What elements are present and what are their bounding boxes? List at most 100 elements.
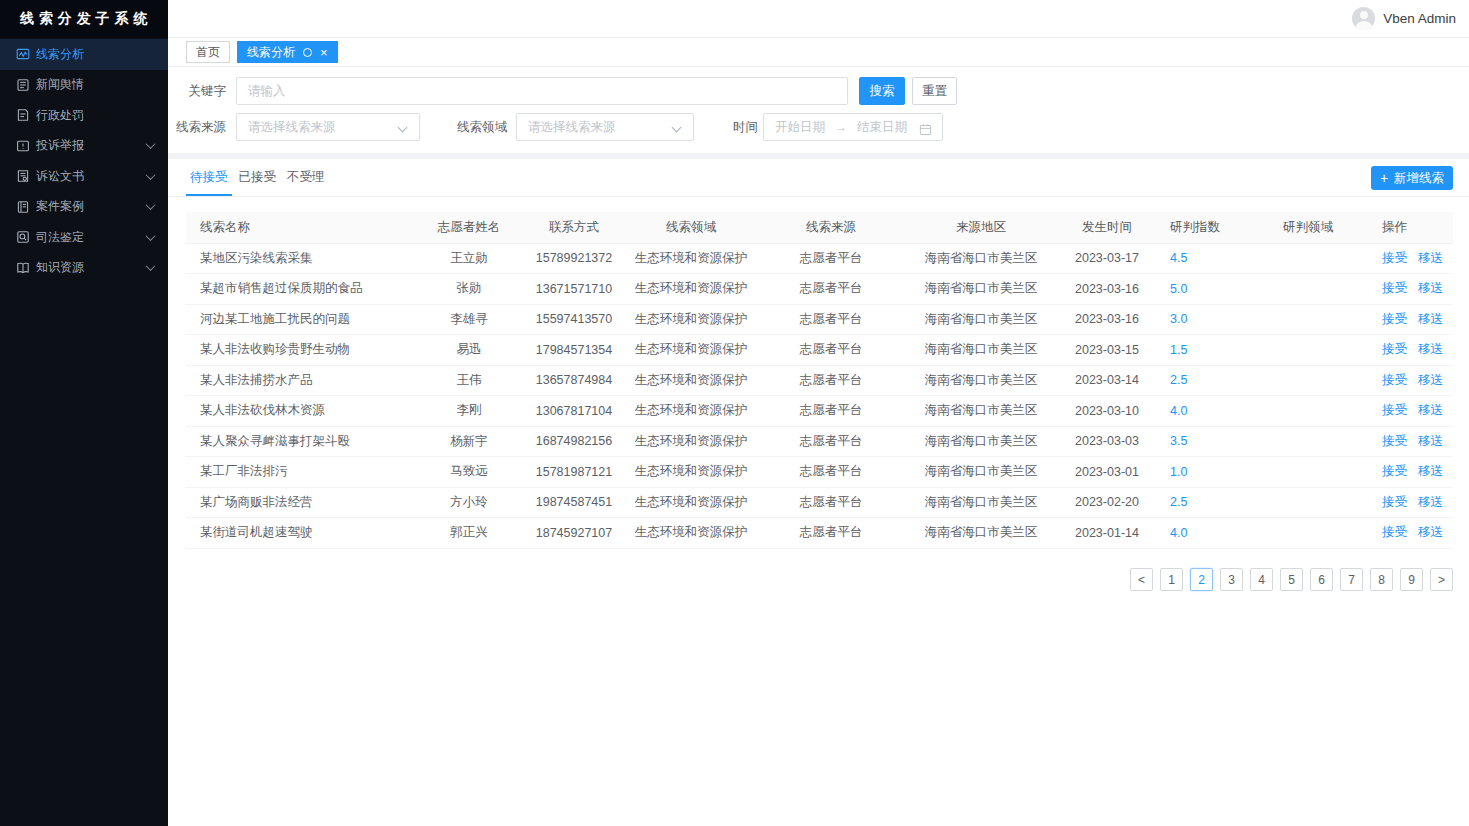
close-icon[interactable]: × — [320, 46, 328, 59]
cell-研判指数: 4.0 — [1162, 518, 1272, 549]
table-row: 某广场商贩非法经营方小玲19874587451生态环境和资源保护志愿者平台海南省… — [186, 487, 1453, 518]
cell-线索领域: 生态环境和资源保护 — [630, 457, 752, 488]
sidebar-item-投诉举报[interactable]: 投诉举报 — [0, 131, 168, 162]
range-arrow-icon: → — [835, 120, 847, 134]
cell-来源地区: 海南省海口市美兰区 — [910, 365, 1052, 396]
cell-操作: 接受移送 — [1370, 457, 1453, 488]
sidebar-item-新闻舆情[interactable]: 新闻舆情 — [0, 70, 168, 101]
page-button-4[interactable]: 4 — [1250, 568, 1273, 591]
cell-联系方式: 18745927107 — [518, 518, 630, 549]
status-tabs: 待接受已接受不受理 — [168, 159, 1469, 197]
next-page-button[interactable]: > — [1430, 568, 1453, 591]
cell-研判指数: 1.5 — [1162, 335, 1272, 366]
cell-研判领域 — [1272, 426, 1370, 457]
sidebar-item-案件案例[interactable]: 案件案例 — [0, 192, 168, 223]
page-button-7[interactable]: 7 — [1340, 568, 1363, 591]
transfer-link[interactable]: 移送 — [1418, 464, 1443, 478]
knowledge-icon — [16, 261, 30, 275]
tab-home[interactable]: 首页 — [186, 41, 230, 63]
transfer-link[interactable]: 移送 — [1418, 403, 1443, 417]
status-tab-已接受[interactable]: 已接受 — [235, 159, 281, 196]
table-header-row: 线索名称志愿者姓名联系方式线索领域线索来源来源地区发生时间研判指数研判领域操作 — [186, 212, 1453, 243]
transfer-link[interactable]: 移送 — [1418, 342, 1443, 356]
cell-操作: 接受移送 — [1370, 243, 1453, 274]
cell-线索领域: 生态环境和资源保护 — [630, 426, 752, 457]
cell-操作: 接受移送 — [1370, 304, 1453, 335]
cell-线索领域: 生态环境和资源保护 — [630, 274, 752, 305]
cell-研判指数: 4.0 — [1162, 396, 1272, 427]
transfer-link[interactable]: 移送 — [1418, 312, 1443, 326]
page-button-9[interactable]: 9 — [1400, 568, 1423, 591]
cell-线索来源: 志愿者平台 — [752, 365, 910, 396]
date-range-picker[interactable]: 开始日期 → 结束日期 — [763, 113, 943, 141]
page-button-8[interactable]: 8 — [1370, 568, 1393, 591]
top-header: Vben Admin — [168, 0, 1469, 38]
accept-link[interactable]: 接受 — [1382, 312, 1407, 326]
accept-link[interactable]: 接受 — [1382, 342, 1407, 356]
transfer-link[interactable]: 移送 — [1418, 434, 1443, 448]
table-row: 某人非法砍伐林木资源李刚13067817104生态环境和资源保护志愿者平台海南省… — [186, 396, 1453, 427]
refresh-icon[interactable] — [303, 48, 312, 57]
accept-link[interactable]: 接受 — [1382, 464, 1407, 478]
field-select[interactable]: 请选择线索来源 — [516, 113, 694, 141]
cell-线索领域: 生态环境和资源保护 — [630, 304, 752, 335]
transfer-link[interactable]: 移送 — [1418, 281, 1443, 295]
source-select[interactable]: 请选择线索来源 — [236, 113, 420, 141]
prev-page-button[interactable]: < — [1130, 568, 1153, 591]
page-button-1[interactable]: 1 — [1160, 568, 1183, 591]
calendar-icon — [919, 122, 932, 140]
sidebar-item-诉讼文书[interactable]: 诉讼文书 — [0, 161, 168, 192]
cell-联系方式: 13657874984 — [518, 365, 630, 396]
transfer-link[interactable]: 移送 — [1418, 251, 1443, 265]
reset-button[interactable]: 重置 — [912, 77, 957, 105]
search-button[interactable]: 搜索 — [859, 77, 905, 105]
transfer-link[interactable]: 移送 — [1418, 495, 1443, 509]
cell-来源地区: 海南省海口市美兰区 — [910, 487, 1052, 518]
user-menu[interactable]: Vben Admin — [1352, 0, 1456, 37]
cell-操作: 接受移送 — [1370, 335, 1453, 366]
cell-联系方式: 15781987121 — [518, 457, 630, 488]
column-header: 线索来源 — [752, 212, 910, 243]
page-button-2[interactable]: 2 — [1190, 568, 1213, 591]
app-title: 线 索 分 发 子 系 统 — [0, 0, 168, 38]
accept-link[interactable]: 接受 — [1382, 281, 1407, 295]
page-button-3[interactable]: 3 — [1220, 568, 1243, 591]
cell-发生时间: 2023-03-15 — [1052, 335, 1162, 366]
add-clue-button[interactable]: + 新增线索 — [1371, 166, 1453, 190]
keyword-input[interactable]: 请输入 — [236, 77, 848, 105]
user-name: Vben Admin — [1383, 11, 1456, 26]
accept-link[interactable]: 接受 — [1382, 434, 1407, 448]
cell-发生时间: 2023-03-16 — [1052, 274, 1162, 305]
accept-link[interactable]: 接受 — [1382, 525, 1407, 539]
page-button-6[interactable]: 6 — [1310, 568, 1333, 591]
accept-link[interactable]: 接受 — [1382, 403, 1407, 417]
sidebar-item-知识资源[interactable]: 知识资源 — [0, 253, 168, 284]
transfer-link[interactable]: 移送 — [1418, 525, 1443, 539]
case-icon — [16, 200, 30, 214]
column-header: 发生时间 — [1052, 212, 1162, 243]
transfer-link[interactable]: 移送 — [1418, 373, 1443, 387]
cell-联系方式: 15597413570 — [518, 304, 630, 335]
status-tab-待接受[interactable]: 待接受 — [186, 159, 232, 196]
table-row: 某超市销售超过保质期的食品张勋13671571710生态环境和资源保护志愿者平台… — [186, 274, 1453, 305]
status-tab-不受理[interactable]: 不受理 — [283, 159, 329, 196]
cell-操作: 接受移送 — [1370, 365, 1453, 396]
sidebar-item-线索分析[interactable]: 线索分析 — [0, 39, 168, 70]
cell-发生时间: 2023-03-14 — [1052, 365, 1162, 396]
accept-link[interactable]: 接受 — [1382, 251, 1407, 265]
sidebar-item-司法鉴定[interactable]: 司法鉴定 — [0, 222, 168, 253]
accept-link[interactable]: 接受 — [1382, 373, 1407, 387]
column-header: 来源地区 — [910, 212, 1052, 243]
column-header: 研判领域 — [1272, 212, 1370, 243]
column-header: 研判指数 — [1162, 212, 1272, 243]
tab-clue-analysis[interactable]: 线索分析 × — [237, 41, 338, 63]
cell-研判指数: 2.5 — [1162, 487, 1272, 518]
sidebar-item-行政处罚[interactable]: 行政处罚 — [0, 100, 168, 131]
page-button-5[interactable]: 5 — [1280, 568, 1303, 591]
accept-link[interactable]: 接受 — [1382, 495, 1407, 509]
cell-线索来源: 志愿者平台 — [752, 396, 910, 427]
cell-线索领域: 生态环境和资源保护 — [630, 518, 752, 549]
cell-来源地区: 海南省海口市美兰区 — [910, 426, 1052, 457]
cell-线索名称: 某超市销售超过保质期的食品 — [186, 274, 420, 305]
cell-研判领域 — [1272, 274, 1370, 305]
